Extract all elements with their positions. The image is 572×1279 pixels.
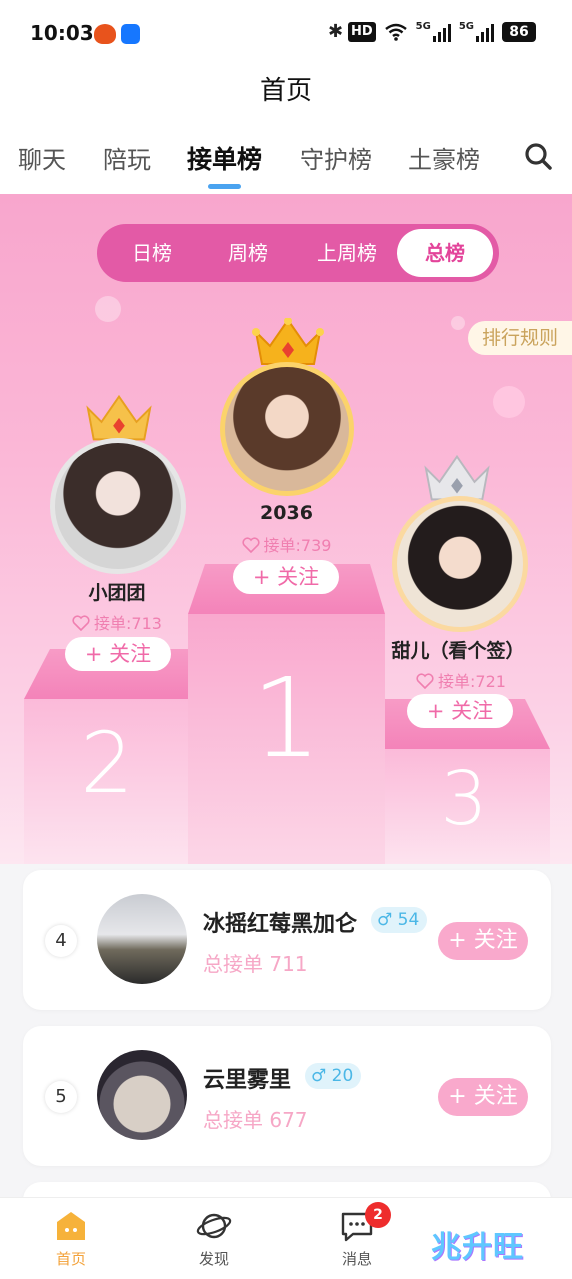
nav-label: 首页 (55, 1250, 86, 1268)
avatar-first[interactable] (220, 362, 354, 496)
user-name-second: 小团团 (88, 582, 146, 604)
tab-chat[interactable]: 聊天 (18, 140, 66, 175)
watermark-logo: 兆升旺 (431, 1230, 524, 1265)
bottom-nav: 首页 发现 消息 2 兆升旺 (0, 1197, 572, 1279)
network-label: 5G (415, 21, 431, 32)
user-name: 云里雾里 (203, 1068, 292, 1093)
status-indicators: ✱ HD 5G 5G 86 (328, 22, 536, 42)
unread-badge: 2 (365, 1202, 391, 1228)
user-name: 冰摇红莓黑加仑 (203, 912, 358, 937)
bluetooth-icon: ✱ (327, 21, 344, 42)
podium-rank-1: 1 (251, 654, 322, 782)
gender-level-badge: ♂ 20 (305, 1063, 362, 1089)
order-count-third: 接单:721 (378, 668, 544, 692)
title-bar: 首页 (0, 66, 572, 122)
signal-icon: 5G (416, 22, 451, 42)
podium-rank-2: 2 (80, 714, 134, 812)
hd-icon: HD (347, 22, 376, 42)
heart-icon (416, 673, 434, 689)
nav-home[interactable]: 首页 (31, 1208, 111, 1269)
follow-button-third[interactable]: + 关注 (407, 694, 513, 728)
page-title: 首页 (259, 76, 312, 106)
home-icon (57, 1212, 85, 1240)
level-value: 20 (331, 1066, 354, 1086)
gender-level-badge: ♂ 54 (371, 907, 428, 933)
tab-guardian-ranking[interactable]: 守护榜 (300, 140, 372, 175)
follow-button-first[interactable]: + 关注 (233, 560, 339, 594)
gold-crown-icon (86, 394, 152, 441)
avatar-third[interactable] (392, 496, 528, 632)
ranking-hero: 日榜 周榜 上周榜 总榜 排行规则 1 2 3 2036 接单:739 + 关注 (0, 194, 572, 864)
top-tabs: 聊天 陪玩 接单榜 守护榜 土豪榜 (0, 122, 572, 194)
network-label: 5G (458, 21, 474, 32)
follow-button-second[interactable]: + 关注 (65, 637, 171, 671)
level-value: 54 (397, 910, 420, 930)
heart-icon (72, 615, 90, 631)
tab-indicator (208, 184, 241, 189)
battery-icon: 86 (502, 22, 536, 42)
tab-play[interactable]: 陪玩 (103, 140, 151, 175)
signal-icon: 5G (459, 22, 494, 42)
order-count-second: 接单:713 (24, 610, 210, 634)
tab-order-ranking[interactable]: 接单榜 (187, 140, 262, 176)
user-name-third: 甜儿（看个签） (391, 640, 525, 662)
heart-icon (241, 537, 260, 553)
list-item[interactable]: 4 冰摇红莓黑加仑 ♂ 54 总接单 711 + 关注 (23, 870, 551, 1010)
search-icon[interactable] (524, 142, 552, 170)
app-notification-icon (94, 24, 116, 44)
rank-badge: 4 (45, 925, 77, 957)
total-orders: 总接单 711 (203, 952, 308, 976)
avatar[interactable] (97, 1050, 187, 1140)
tab-rich-ranking[interactable]: 土豪榜 (408, 140, 480, 175)
silver-crown-icon (424, 454, 490, 501)
nav-label: 发现 (198, 1250, 229, 1268)
user-name-first: 2036 (260, 502, 313, 524)
status-bar: 10:03 ✱ HD 5G 5G 86 (0, 0, 572, 66)
order-count-label: 接单:739 (263, 536, 332, 555)
follow-button[interactable]: + 关注 (438, 922, 528, 960)
male-icon: ♂ (311, 1066, 332, 1086)
rank-badge: 5 (45, 1081, 77, 1113)
planet-icon (196, 1213, 232, 1239)
nav-discover[interactable]: 发现 (174, 1208, 254, 1269)
app-notification-icon (121, 24, 140, 44)
gold-crown-icon (252, 318, 324, 365)
male-icon: ♂ (377, 910, 398, 930)
nav-label: 消息 (341, 1250, 372, 1268)
total-orders: 总接单 677 (203, 1108, 308, 1132)
order-count-label: 接单:713 (94, 614, 162, 633)
status-time: 10:03 (30, 21, 94, 45)
podium-rank-3: 3 (440, 756, 488, 842)
avatar[interactable] (97, 894, 187, 984)
list-item[interactable]: 5 云里雾里 ♂ 20 总接单 677 + 关注 (23, 1026, 551, 1166)
follow-button[interactable]: + 关注 (438, 1078, 528, 1116)
order-count-label: 接单:721 (438, 672, 506, 691)
wifi-icon (384, 23, 407, 41)
avatar-second[interactable] (50, 438, 186, 574)
order-count-first: 接单:739 (188, 532, 385, 556)
nav-messages[interactable]: 消息 2 (317, 1202, 397, 1269)
